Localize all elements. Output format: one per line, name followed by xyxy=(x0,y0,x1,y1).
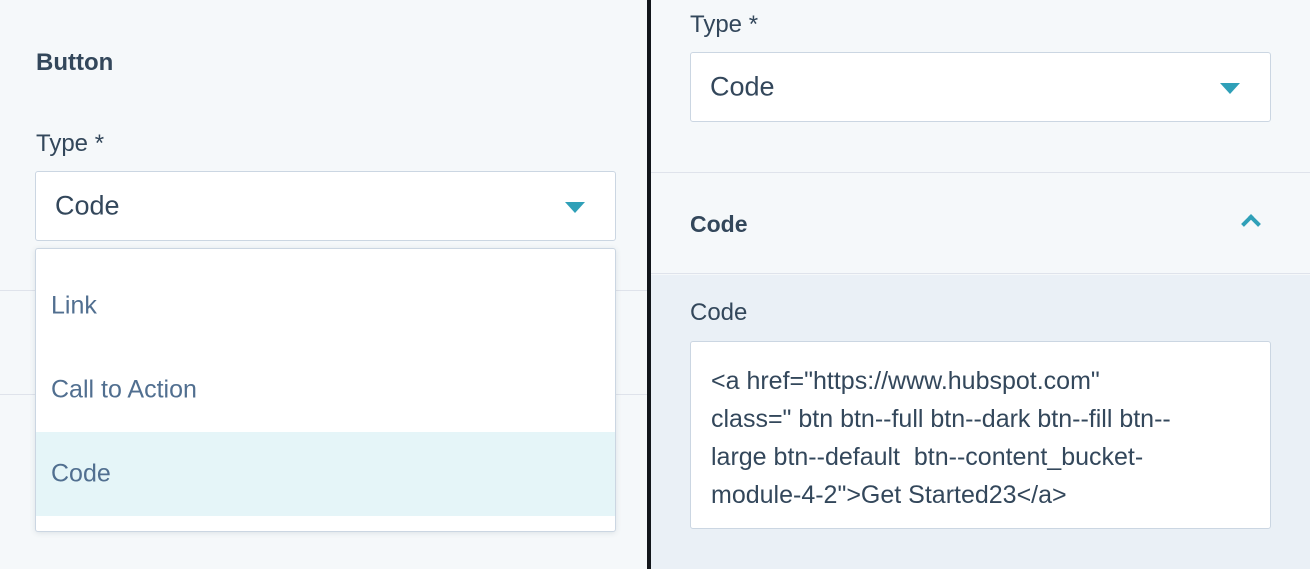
button-section-title: Button xyxy=(36,49,114,76)
code-line: <a href="https://www.hubspot.com" xyxy=(711,367,1100,395)
type-label: Type * xyxy=(690,11,759,38)
code-line: large btn--default btn--content_bucket- xyxy=(711,443,1144,471)
code-section-header[interactable]: Code xyxy=(651,172,1310,274)
section-divider xyxy=(616,394,647,395)
caret-down-icon xyxy=(565,202,585,213)
option-label: Link xyxy=(51,291,97,320)
code-line: class=" btn btn--full btn--dark btn--fil… xyxy=(711,405,1171,433)
code-textarea[interactable]: <a href="https://www.hubspot.com" class=… xyxy=(690,341,1271,529)
code-label: Code xyxy=(690,299,748,326)
section-divider xyxy=(0,394,36,395)
type-select[interactable]: Code xyxy=(35,171,616,241)
option-code[interactable]: Code xyxy=(36,432,615,516)
type-select[interactable]: Code xyxy=(690,52,1271,122)
option-label: Code xyxy=(51,459,111,488)
type-dropdown-menu: Link Call to Action Code xyxy=(35,248,616,532)
option-label: Call to Action xyxy=(51,375,197,404)
type-select-value: Code xyxy=(55,190,120,221)
code-line: module-4-2">Get Started23</a> xyxy=(711,481,1067,509)
section-divider xyxy=(0,290,36,291)
section-divider xyxy=(616,290,647,291)
left-panel: Button Type * Code Link Call to Action C… xyxy=(0,0,647,569)
option-call-to-action[interactable]: Call to Action xyxy=(36,348,615,432)
caret-down-icon xyxy=(1220,83,1240,94)
option-link[interactable]: Link xyxy=(36,264,615,348)
code-section-title: Code xyxy=(690,211,748,237)
type-select-value: Code xyxy=(710,71,775,102)
type-label: Type * xyxy=(36,130,105,157)
chevron-up-icon[interactable] xyxy=(1241,214,1261,234)
